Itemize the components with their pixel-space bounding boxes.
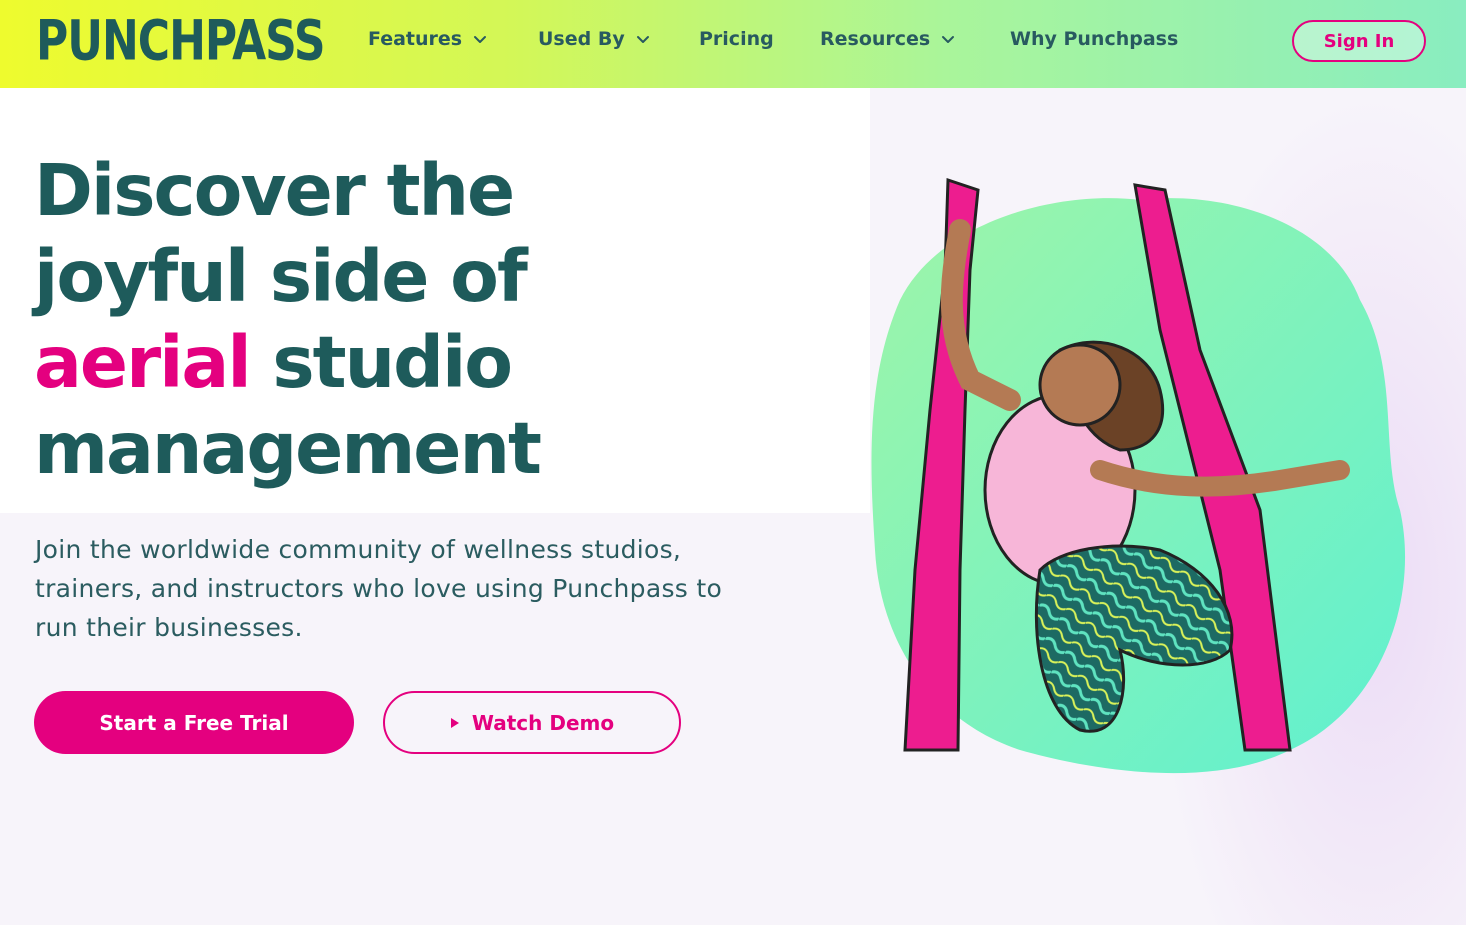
punchpass-logo[interactable]: PUNCHPASS [36,11,326,87]
watch-demo-button[interactable]: Watch Demo [383,691,681,754]
nav-why-punchpass-label: Why Punchpass [1010,28,1179,50]
nav-used-by-label: Used By [538,28,625,50]
top-navigation-bar: PUNCHPASS Features Used By Pricing Resou… [0,0,1466,88]
nav-features-label: Features [368,28,463,50]
chevron-down-icon [474,36,487,43]
nav-pricing[interactable]: Pricing [699,28,774,50]
headline-part-1: Discover the joyful side of [34,149,528,318]
sign-in-button[interactable]: Sign In [1292,20,1426,62]
watch-demo-label: Watch Demo [471,710,615,735]
nav-why-punchpass[interactable]: Why Punchpass [1010,28,1178,50]
nav-resources-label: Resources [820,28,931,50]
aerial-dancer-illustration [871,177,1406,774]
headline-accent: aerial [34,321,252,404]
nav-pricing-label: Pricing [699,28,774,50]
nav-used-by[interactable]: Used By [538,28,651,50]
chevron-down-icon [942,36,955,43]
nav-resources[interactable]: Resources [820,28,956,50]
dancer-head [1038,343,1122,427]
play-icon [450,717,459,728]
nav-features[interactable]: Features [368,28,488,50]
hero-subtext: Join the worldwide community of wellness… [35,535,723,642]
hero-headline: Discover the joyful side of aerial studi… [34,148,634,492]
chevron-down-icon [636,36,649,43]
start-free-trial-button[interactable]: Start a Free Trial [34,691,354,754]
